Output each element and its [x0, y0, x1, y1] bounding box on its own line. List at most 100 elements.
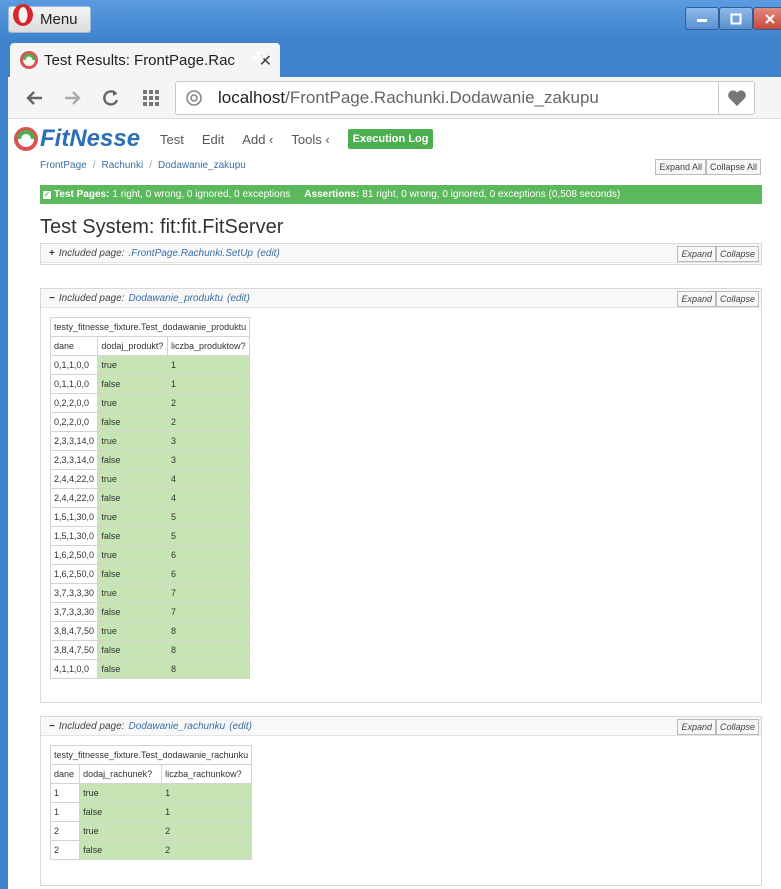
table-row: 1 false 1	[49, 802, 253, 822]
table-row: 2 true 2	[49, 821, 253, 841]
collapse-toggle-icon[interactable]: −	[49, 293, 55, 304]
expand-button[interactable]: Expand	[677, 246, 716, 262]
reload-icon	[103, 90, 119, 106]
result-cell: false	[97, 564, 168, 584]
result-cell: false	[97, 374, 168, 394]
input-cell: 3,8,4,7,50	[49, 621, 99, 641]
included-page-header[interactable]: + Included page: .FrontPage.Rachunki.Set…	[41, 244, 761, 263]
section-buttons: Expand Collapse	[677, 719, 759, 735]
nav-tools[interactable]: Tools ‹	[291, 132, 329, 147]
execution-log-button[interactable]: Execution Log	[347, 129, 434, 149]
fitnesse-logo[interactable]: FitNesse	[14, 125, 140, 153]
close-window-button[interactable]	[753, 7, 781, 30]
expand-button[interactable]: Expand	[677, 291, 716, 307]
table-row: 2,3,3,14,0 true 3	[49, 431, 251, 451]
expand-all-button[interactable]: Expand All	[655, 159, 706, 175]
nav-add[interactable]: Add ‹	[242, 132, 273, 147]
navigation-bar: localhost/FrontPage.Rachunki.Dodawanie_z…	[8, 77, 781, 119]
reload-button[interactable]	[98, 85, 124, 111]
opera-menu-button[interactable]: Menu	[8, 3, 91, 33]
test-pages-label: Test Pages:	[54, 189, 110, 200]
breadcrumb-rachunki[interactable]: Rachunki	[101, 160, 143, 171]
result-cell: 3	[166, 431, 251, 451]
header-cell: dane	[49, 336, 99, 356]
maximize-icon	[730, 13, 742, 24]
table-row: 0,2,2,0,0 true 2	[49, 393, 251, 413]
included-page-link[interactable]: .FrontPage.Rachunki.SetUp	[128, 248, 253, 259]
forward-button[interactable]	[59, 85, 85, 111]
title-bar: Menu	[0, 0, 781, 40]
table-row: 2 false 2	[49, 840, 253, 860]
input-cell: 4,1,1,0,0	[49, 659, 99, 679]
result-cell: 4	[166, 488, 251, 508]
included-label: Included page:	[58, 247, 125, 259]
result-cell: 8	[166, 621, 251, 641]
collapse-toggle-icon[interactable]: −	[49, 721, 55, 732]
included-page-link[interactable]: Dodawanie_produktu	[128, 293, 223, 304]
table-row: 2,3,3,14,0 false 3	[49, 450, 251, 470]
result-cell: true	[97, 469, 168, 489]
speed-dial-button[interactable]	[138, 85, 164, 111]
result-cell: true	[97, 621, 168, 641]
browser-window: Menu Test Results: FrontPage.Rac ✕ + loc…	[0, 0, 781, 889]
result-cell: true	[97, 393, 168, 413]
included-page-dodawanie-rachunku: − Included page: Dodawanie_rachunku (edi…	[40, 716, 762, 886]
collapse-button[interactable]: Collapse	[715, 246, 759, 262]
section-buttons: Expand Collapse	[677, 246, 759, 262]
edit-link[interactable]: (edit)	[227, 293, 250, 304]
back-button[interactable]	[22, 85, 48, 111]
bookmark-button[interactable]	[718, 82, 754, 114]
table-row: 0,2,2,0,0 false 2	[49, 412, 251, 432]
edit-link[interactable]: (edit)	[257, 248, 280, 259]
nav-edit[interactable]: Edit	[202, 132, 224, 147]
result-cell: false	[97, 488, 168, 508]
result-cell: 5	[166, 526, 251, 546]
forward-arrow-icon	[65, 91, 81, 105]
collapse-button[interactable]: Collapse	[715, 719, 759, 735]
header-row: dane dodaj_rachunek? liczba_rachunkow?	[49, 764, 253, 784]
expand-toggle-icon[interactable]: +	[49, 248, 55, 259]
included-page-link[interactable]: Dodawanie_rachunku	[128, 721, 225, 732]
table-row: 3,8,4,7,50 true 8	[49, 621, 251, 641]
breadcrumb-dodawanie-zakupu[interactable]: Dodawanie_zakupu	[158, 160, 246, 171]
url-host: localhost	[218, 88, 286, 107]
result-cell: false	[97, 412, 168, 432]
table-row: 2,4,4,22,0 false 4	[49, 488, 251, 508]
url-text: localhost/FrontPage.Rachunki.Dodawanie_z…	[218, 88, 599, 108]
site-info-button[interactable]	[176, 82, 212, 114]
minimize-button[interactable]	[685, 7, 719, 30]
tab-test-results[interactable]: Test Results: FrontPage.Rac ✕	[10, 43, 280, 77]
breadcrumb-frontpage[interactable]: FrontPage	[40, 160, 87, 171]
new-tab-button[interactable]: +	[252, 45, 265, 71]
expand-collapse-all: Expand All Collapse All	[655, 159, 761, 175]
included-label: Included page:	[58, 720, 125, 732]
fitnesse-header: FitNesse Test Edit Add ‹ Tools ‹ Executi…	[14, 124, 434, 154]
edit-link[interactable]: (edit)	[229, 721, 252, 732]
collapse-all-button[interactable]: Collapse All	[705, 159, 761, 175]
fixture-name-cell: testy_fitnesse_fixture.Test_dodawanie_ra…	[49, 745, 253, 765]
input-cell: 1,5,1,30,0	[49, 526, 99, 546]
included-page-header[interactable]: − Included page: Dodawanie_rachunku (edi…	[41, 717, 761, 736]
result-cell: true	[79, 783, 163, 803]
test-pages-value: 1 right, 0 wrong, 0 ignored, 0 exception…	[112, 189, 291, 200]
collapse-button[interactable]: Collapse	[715, 291, 759, 307]
result-cell: true	[97, 545, 168, 565]
result-cell: 4	[166, 469, 251, 489]
table-row: 2,4,4,22,0 true 4	[49, 469, 251, 489]
fixture-name-cell: testy_fitnesse_fixture.Test_dodawanie_pr…	[49, 317, 251, 337]
fixture-name-row: testy_fitnesse_fixture.Test_dodawanie_pr…	[49, 317, 251, 337]
input-cell: 2,3,3,14,0	[49, 450, 99, 470]
section-buttons: Expand Collapse	[677, 291, 759, 307]
expand-button[interactable]: Expand	[677, 719, 716, 735]
input-cell: 0,2,2,0,0	[49, 393, 99, 413]
table-row: 1 true 1	[49, 783, 253, 803]
result-cell: 1	[166, 374, 251, 394]
maximize-button[interactable]	[719, 7, 753, 30]
nav-test[interactable]: Test	[160, 132, 184, 147]
fixture-table-produkt: testy_fitnesse_fixture.Test_dodawanie_pr…	[49, 317, 251, 679]
address-bar[interactable]: localhost/FrontPage.Rachunki.Dodawanie_z…	[175, 81, 755, 115]
included-page-header[interactable]: − Included page: Dodawanie_produktu (edi…	[41, 289, 761, 308]
result-cell: 6	[166, 545, 251, 565]
input-cell: 1,6,2,50,0	[49, 545, 99, 565]
included-page-setup: + Included page: .FrontPage.Rachunki.Set…	[40, 243, 762, 265]
